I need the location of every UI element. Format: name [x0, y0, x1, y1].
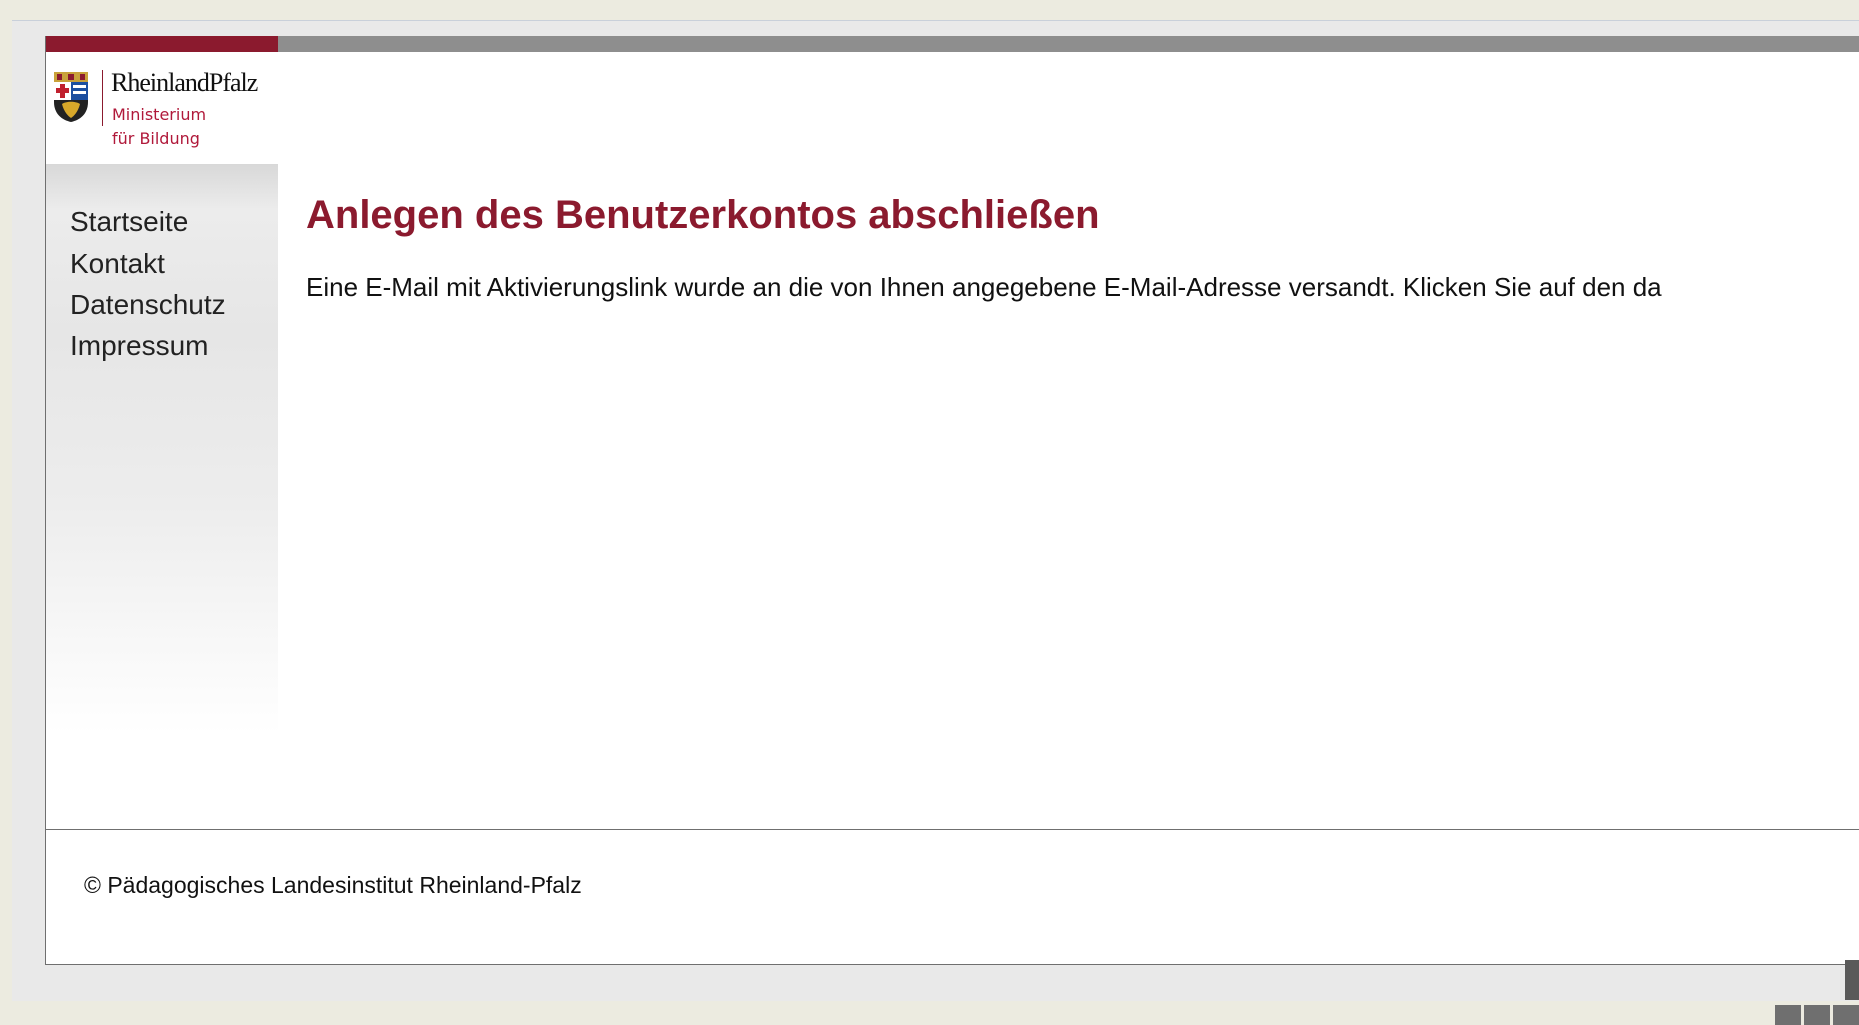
ministry-logo[interactable]: RheinlandPfalz Ministerium für Bildung [46, 52, 278, 164]
logo-divider [102, 70, 103, 126]
footer-copyright: © Pädagogisches Landesinstitut Rheinland… [84, 872, 582, 898]
coat-of-arms-icon [54, 72, 88, 122]
header-accent-bar [46, 36, 278, 52]
confirmation-message: Eine E-Mail mit Aktivierungslink wurde a… [306, 272, 1662, 302]
logo-subtitle-line1: Ministerium [112, 105, 207, 124]
sidebar-item-impressum[interactable]: Impressum [70, 330, 208, 362]
corner-tiles-decoration [1775, 1005, 1859, 1025]
corner-tab-decoration [1845, 960, 1859, 1000]
footer-divider [46, 829, 1859, 830]
logo-subtitle-line2: für Bildung [112, 129, 200, 148]
page-container: RheinlandPfalz Ministerium für Bildung S… [45, 36, 1859, 965]
sidebar-item-startseite[interactable]: Startseite [70, 206, 188, 238]
logo-title: RheinlandPfalz [111, 68, 258, 97]
sidebar-nav: Startseite Kontakt Datenschutz Impressum [46, 164, 278, 734]
sidebar-item-kontakt[interactable]: Kontakt [70, 248, 165, 280]
page-title: Anlegen des Benutzerkontos abschließen [306, 193, 1100, 237]
header-bar [278, 36, 1859, 52]
sidebar-item-datenschutz[interactable]: Datenschutz [70, 289, 226, 321]
